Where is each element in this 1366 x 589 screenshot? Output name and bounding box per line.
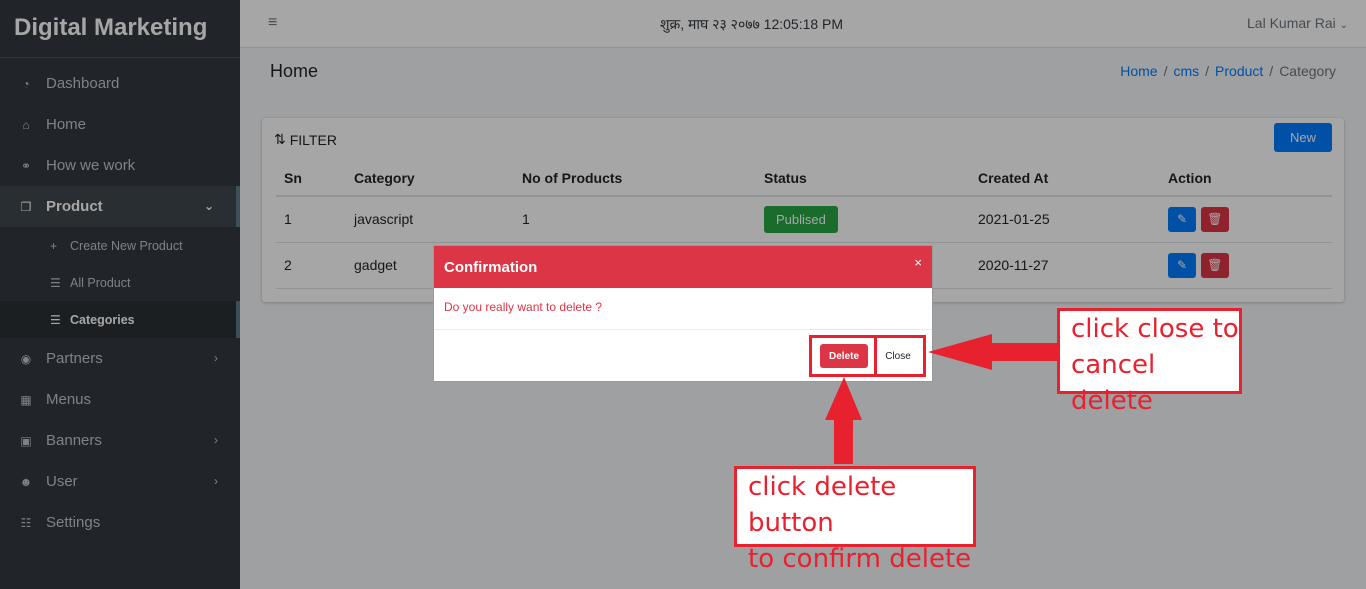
arrow-to-delete: [825, 377, 862, 464]
annotation-arrows: [825, 334, 1060, 464]
arrow-to-close: [928, 334, 1060, 370]
delete-annotation-line1: click delete button: [748, 472, 897, 538]
delete-annotation-line2: to confirm delete: [748, 544, 972, 574]
close-annotation: click close to cancel delete: [1057, 308, 1242, 416]
close-annotation-line2: cancel delete: [1071, 350, 1156, 416]
close-annotation-line1: click close to: [1071, 314, 1239, 344]
delete-annotation: click delete button to confirm delete: [734, 466, 976, 574]
